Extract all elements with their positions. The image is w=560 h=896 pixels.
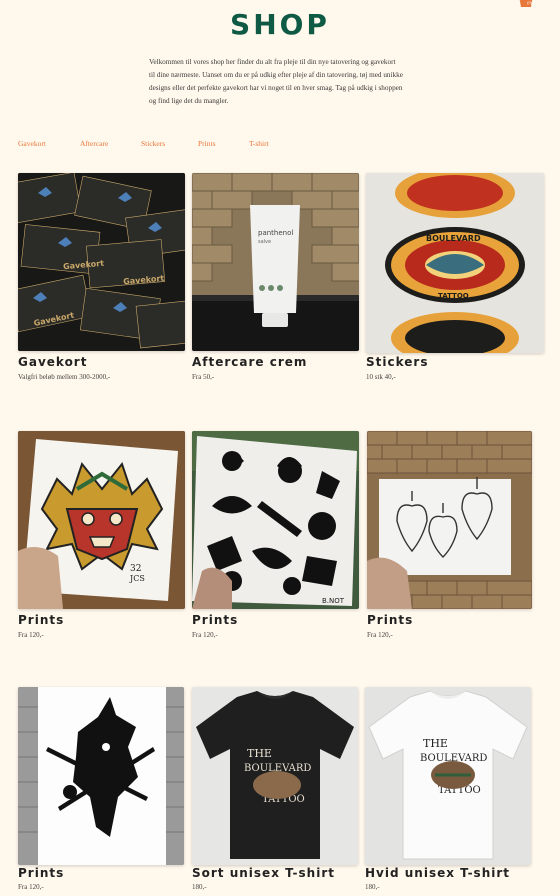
- svg-text:B.NOT: B.NOT: [322, 597, 345, 605]
- svg-text:JCS: JCS: [129, 574, 145, 583]
- product-name[interactable]: Prints: [18, 866, 64, 880]
- product-price: 180,-: [192, 883, 207, 891]
- page-title: SHOP: [230, 8, 330, 41]
- sticker-roll-photo[interactable]: BOULEVARD TATTOO: [366, 173, 544, 353]
- product-price: Valgfri beløb mellem 300-2000,-: [18, 373, 111, 381]
- product-price: Fra 120,-: [367, 631, 393, 639]
- product-card-prints-2[interactable]: B.NOT Prints Fra 120,-: [192, 431, 359, 646]
- panthenol-tube-photo[interactable]: panthenol salve: [192, 173, 359, 351]
- colored-tiger-print-photo[interactable]: 32 JCS: [18, 431, 185, 609]
- product-price: Fra 120,-: [192, 631, 218, 639]
- sacred-hearts-print-photo[interactable]: [367, 431, 532, 609]
- svg-text:BOULEVARD: BOULEVARD: [426, 234, 481, 243]
- product-card-white-tshirt[interactable]: THE BOULEVARD TATTOO Hvid unisex T-shirt…: [365, 687, 531, 896]
- black-flash-print-photo[interactable]: B.NOT: [192, 431, 359, 609]
- product-price: 180,-: [365, 883, 380, 891]
- product-name[interactable]: Prints: [367, 613, 413, 627]
- product-name[interactable]: Stickers: [366, 355, 428, 369]
- tshirt-print-line1: THE: [247, 747, 272, 760]
- nav-item-prints[interactable]: Prints: [198, 139, 216, 148]
- product-card-prints-1[interactable]: 32 JCS Prints Fra 120,-: [18, 431, 185, 646]
- svg-text:TATTOO: TATTOO: [438, 292, 469, 300]
- black-tshirt-photo[interactable]: THE BOULEVARD TATTOO: [192, 687, 358, 865]
- product-price: Fra 50,-: [192, 373, 215, 381]
- svg-text:32: 32: [130, 564, 141, 574]
- product-name[interactable]: Sort unisex T-shirt: [192, 866, 335, 880]
- nav-item-stickers[interactable]: Stickers: [141, 139, 165, 148]
- product-name[interactable]: Prints: [192, 613, 238, 627]
- product-card-black-tshirt[interactable]: THE BOULEVARD TATTOO Sort unisex T-shirt…: [192, 687, 358, 896]
- product-name[interactable]: Prints: [18, 613, 64, 627]
- nav-item-tshirt[interactable]: T-shirt: [249, 139, 269, 148]
- product-name[interactable]: Gavekort: [18, 355, 87, 369]
- cart-count[interactable]: (0): [527, 0, 532, 5]
- product-card-aftercare[interactable]: panthenol salve Aftercare crem Fra 50,-: [192, 173, 359, 388]
- product-price: Fra 120,-: [18, 631, 44, 639]
- gift-card-photo[interactable]: Gavekort Gavekort Gavekort: [18, 173, 185, 351]
- product-name[interactable]: Hvid unisex T-shirt: [365, 866, 510, 880]
- product-price: 10 stk 40,-: [366, 373, 396, 381]
- nav-item-aftercare[interactable]: Aftercare: [80, 139, 108, 148]
- product-price: Fra 120,-: [18, 883, 44, 891]
- tshirt-print-line1: THE: [423, 737, 448, 750]
- svg-text:panthenol: panthenol: [258, 229, 293, 237]
- product-card-prints-3[interactable]: Prints Fra 120,-: [367, 431, 532, 646]
- product-card-stickers[interactable]: BOULEVARD TATTOO Stickers 10 stk 40,-: [366, 173, 544, 388]
- nav-item-gavekort[interactable]: Gavekort: [18, 139, 46, 148]
- product-card-gavekort[interactable]: Gavekort Gavekort Gavekort Gavekort Valg…: [18, 173, 185, 388]
- product-card-prints-4[interactable]: Prints Fra 120,-: [18, 687, 184, 896]
- intro-text: Velkommen til vores shop her finder du a…: [149, 58, 403, 105]
- white-tshirt-photo[interactable]: THE BOULEVARD TATTOO: [365, 687, 531, 865]
- product-name[interactable]: Aftercare crem: [192, 355, 307, 369]
- svg-text:salve: salve: [258, 239, 271, 245]
- dog-dagger-print-photo[interactable]: [18, 687, 184, 865]
